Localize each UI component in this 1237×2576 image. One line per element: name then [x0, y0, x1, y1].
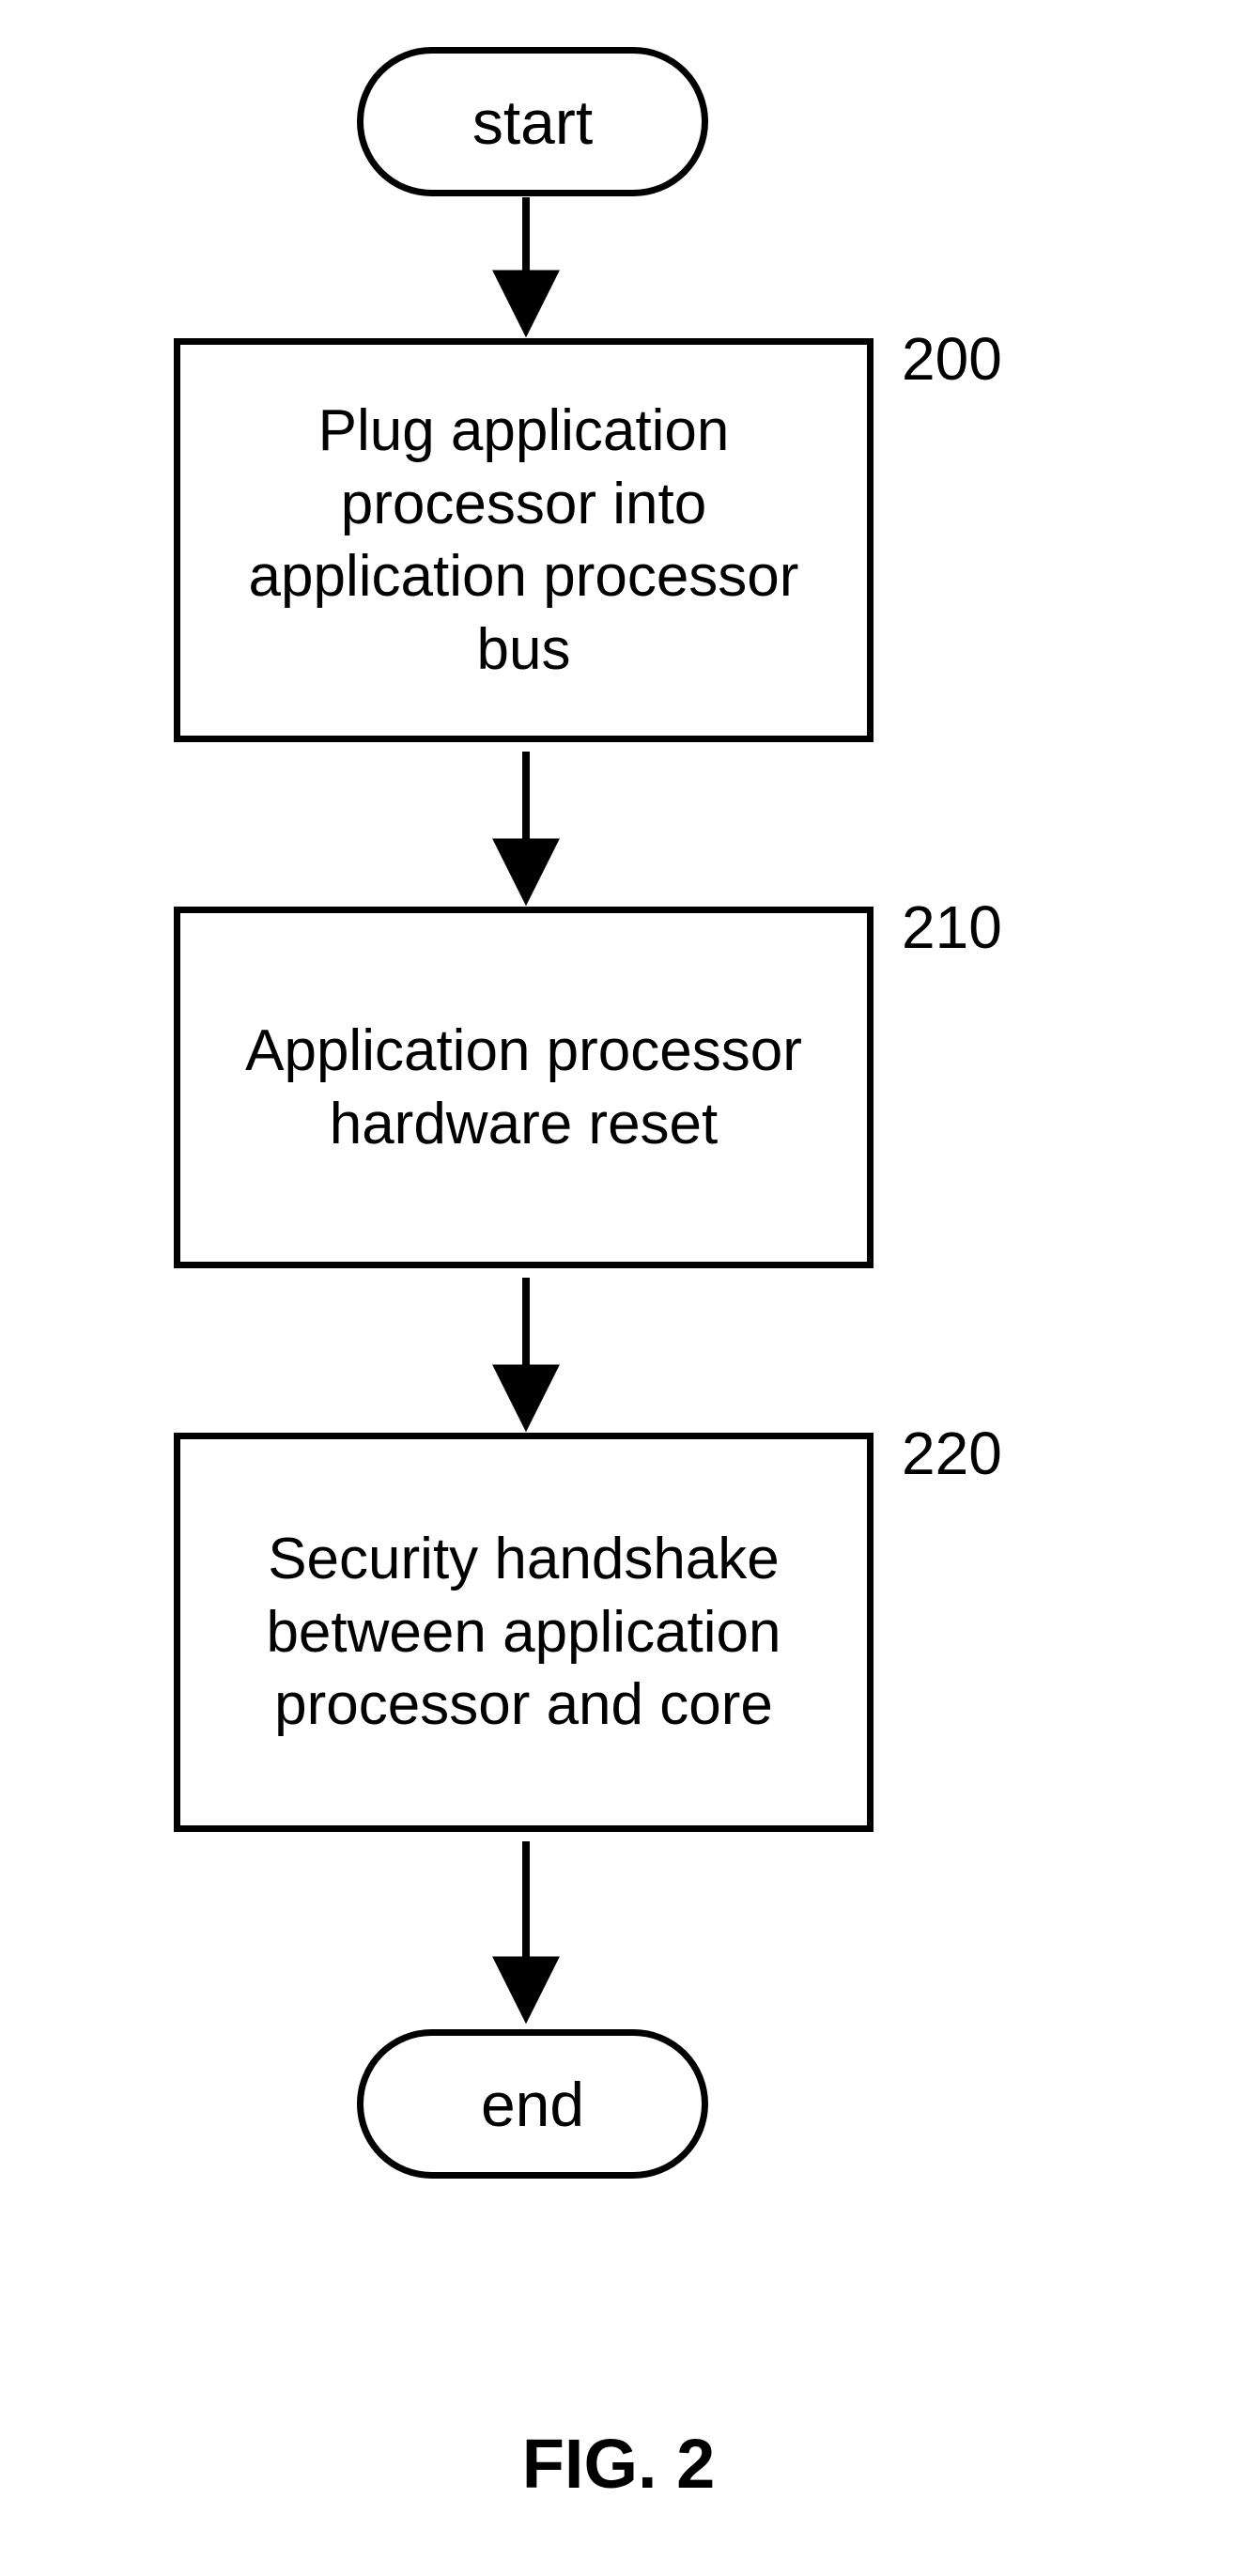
process-step-1-text: Application processorhardware reset [245, 1015, 802, 1160]
terminator-end: end [357, 2029, 708, 2179]
figure-caption: FIG. 2 [0, 2424, 1237, 2504]
terminator-start-label: start [472, 86, 593, 158]
process-step-1: Application processorhardware reset [174, 907, 874, 1268]
process-step-0-ref: 200 [902, 324, 1002, 394]
process-step-2-ref: 220 [902, 1419, 1002, 1488]
process-step-2-text: Security handshakebetween applicationpro… [266, 1523, 781, 1742]
process-step-0-text: Plug applicationprocessor intoapplicatio… [249, 395, 799, 686]
process-step-0: Plug applicationprocessor intoapplicatio… [174, 338, 874, 742]
process-step-1-ref: 210 [902, 892, 1002, 962]
terminator-start: start [357, 47, 708, 196]
flowchart-canvas: start Plug applicationprocessor intoappl… [0, 0, 1237, 2576]
process-step-2: Security handshakebetween applicationpro… [174, 1433, 874, 1832]
terminator-end-label: end [481, 2069, 584, 2140]
